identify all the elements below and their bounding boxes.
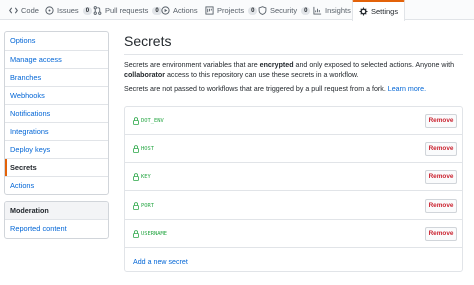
shield-icon [258,6,267,15]
tab-security[interactable]: Security 0 [258,1,311,20]
description-text: and only exposed to selected actions. An… [293,61,455,69]
secret-name-text: HOST [141,146,154,152]
tab-projects[interactable]: Projects 0 [205,1,258,20]
description-text: access to this repository can use these … [165,71,359,79]
sidebar-item-webhooks[interactable]: Webhooks [5,86,108,104]
secret-name-text: USERNAME [141,231,167,237]
sidebar-item-integrations[interactable]: Integrations [5,122,108,140]
tab-issues[interactable]: Issues 0 [45,1,93,20]
tab-label: Settings [371,7,399,16]
sidebar-item-notifications[interactable]: Notifications [5,104,108,122]
remove-secret-button[interactable]: Remove [425,199,457,213]
sidebar-item-branches[interactable]: Branches [5,68,108,86]
secrets-description: Secrets are environment variables that a… [124,60,463,80]
graph-icon [313,6,322,15]
projects-counter: 0 [248,6,258,15]
tab-settings[interactable]: Settings [352,0,406,21]
page-title: Secrets [124,33,172,49]
description-emphasis: collaborator [124,71,165,79]
tab-insights[interactable]: Insights [313,1,351,20]
secret-row: KEY Remove [125,163,462,191]
tab-actions[interactable]: Actions [161,1,198,20]
lock-icon [133,173,139,181]
issue-icon [45,6,54,15]
tab-pull-requests[interactable]: Pull requests 0 [93,1,162,20]
secret-name: HOST [133,145,154,153]
add-secret-link[interactable]: Add a new secret [133,258,188,266]
description-text: Secrets are environment variables that a… [124,61,260,69]
fork-note: Secrets are not passed to workflows that… [124,84,463,94]
secret-name: KEY [133,173,151,181]
tab-label: Projects [217,6,245,15]
secret-name-text: KEY [141,174,151,180]
sidebar-item-manage-access[interactable]: Manage access [5,50,108,68]
pull-request-icon [93,6,102,15]
sidebar-item-actions[interactable]: Actions [5,176,108,194]
lock-icon [133,117,139,125]
tab-label: Actions [173,6,198,15]
moderation-sidebar: Moderation Reported content [4,201,109,239]
play-icon [161,6,170,15]
repo-tab-bar: Code Issues 0 Pull requests 0 Actions Pr… [0,0,474,21]
sidebar-item-reported-content[interactable]: Reported content [5,220,108,238]
secret-row: USERNAME Remove [125,220,462,248]
lock-icon [133,145,139,153]
tab-label: Issues [57,6,79,15]
tab-label: Pull requests [105,6,149,15]
title-divider [124,54,463,55]
sidebar-item-deploy-keys[interactable]: Deploy keys [5,140,108,158]
sidebar-item-options[interactable]: Options [5,32,108,50]
moderation-heading: Moderation [5,202,108,220]
remove-secret-button[interactable]: Remove [425,227,457,241]
secret-name-text: DOT_ENV [141,118,164,124]
remove-secret-button[interactable]: Remove [425,114,457,128]
lock-icon [133,230,139,238]
secret-name: PORT [133,202,154,210]
secret-row: HOST Remove [125,135,462,163]
fork-note-text: Secrets are not passed to workflows that… [124,85,386,93]
issues-counter: 0 [82,6,93,15]
secret-row: DOT_ENV Remove [125,107,462,135]
secrets-list: DOT_ENV Remove HOST Remove KEY Remove PO… [124,106,463,272]
secret-name-text: PORT [141,203,154,209]
gear-icon [359,7,368,16]
security-counter: 0 [301,6,311,15]
tab-label: Code [21,6,39,15]
secret-name: USERNAME [133,230,167,238]
secret-row: PORT Remove [125,192,462,220]
project-icon [205,6,214,15]
settings-sidebar: Options Manage access Branches Webhooks … [4,31,109,195]
remove-secret-button[interactable]: Remove [425,170,457,184]
learn-more-link[interactable]: Learn more. [388,85,426,93]
tab-label: Security [270,6,298,15]
secret-name: DOT_ENV [133,117,164,125]
remove-secret-button[interactable]: Remove [425,142,457,156]
sidebar-item-secrets[interactable]: Secrets [5,158,108,176]
description-emphasis: encrypted [259,61,294,69]
lock-icon [133,202,139,210]
code-icon [9,6,18,15]
tab-label: Insights [325,6,351,15]
tab-code[interactable]: Code [9,1,39,20]
